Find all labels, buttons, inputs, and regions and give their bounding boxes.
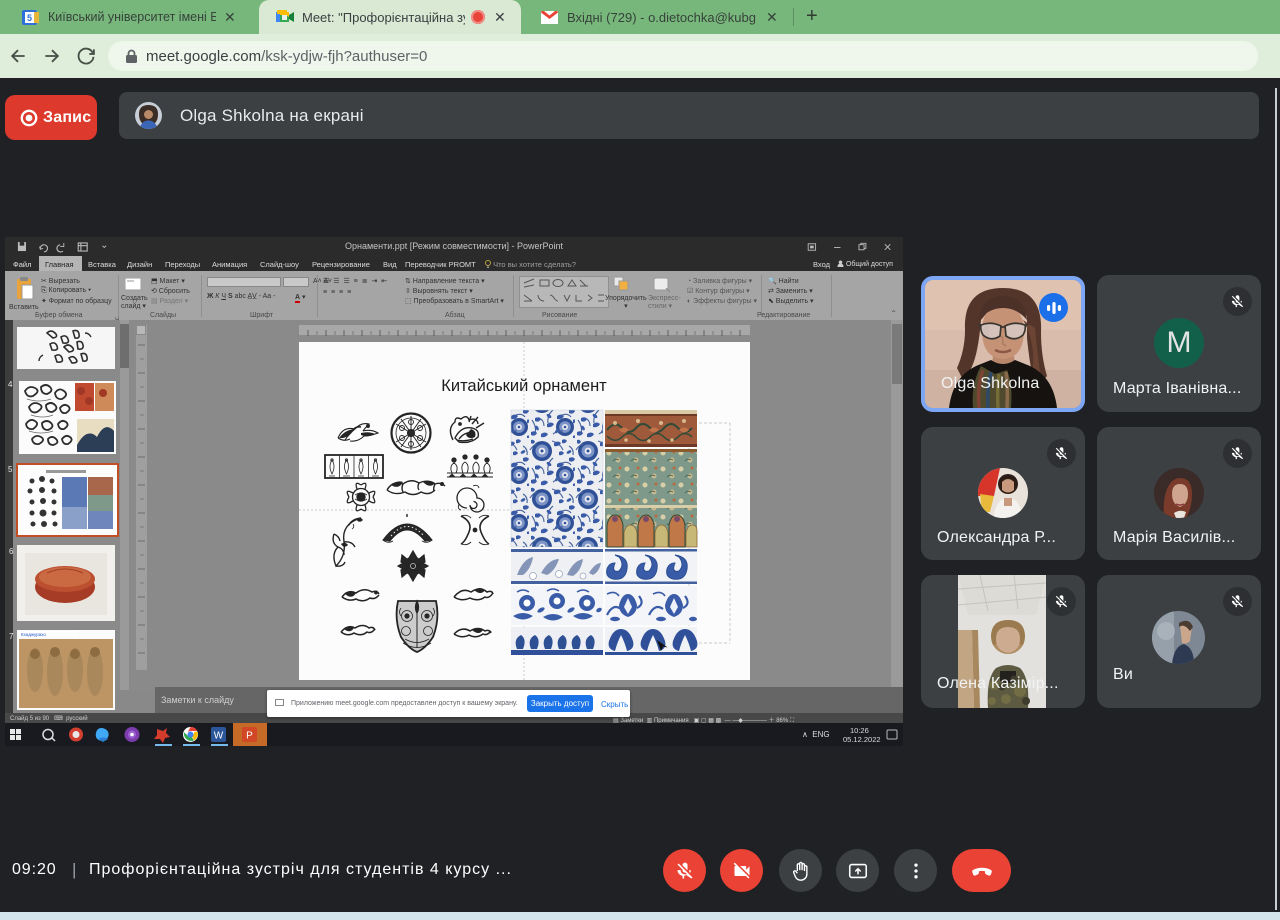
svg-text:Кхаджурахо: Кхаджурахо — [21, 632, 46, 637]
svg-text:∧ ENG: ∧ ENG — [802, 730, 830, 739]
svg-text:10:26: 10:26 — [850, 726, 869, 735]
svg-text:05.12.2022: 05.12.2022 — [843, 735, 881, 744]
svg-text:5: 5 — [27, 13, 32, 23]
svg-text:P: P — [246, 731, 253, 742]
svg-text:W: W — [214, 731, 224, 742]
